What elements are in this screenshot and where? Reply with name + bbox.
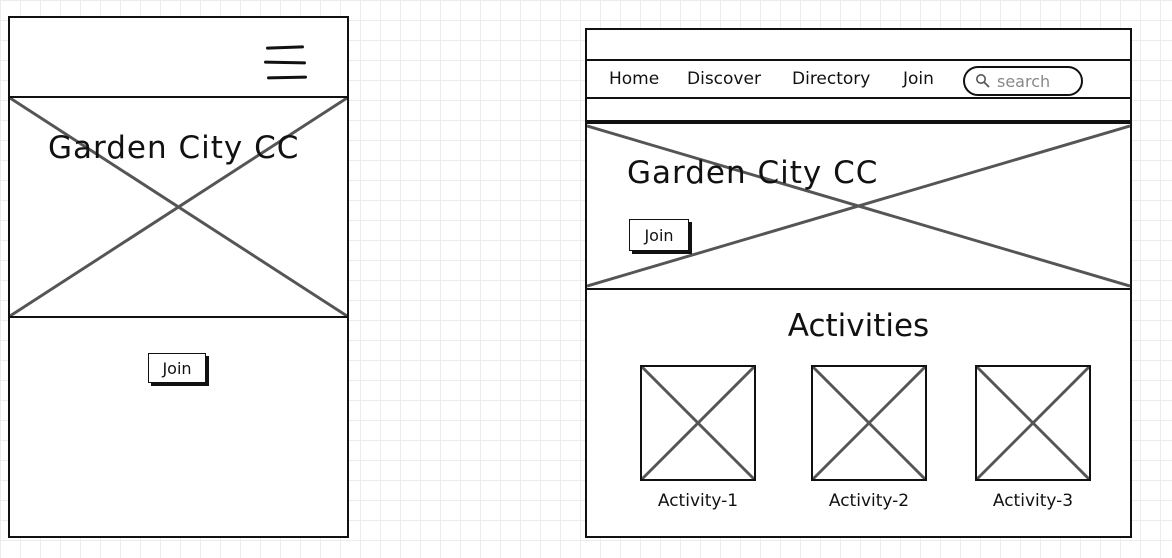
activities-heading: Activities [787,308,930,344]
mobile-join-button[interactable]: Join [148,353,206,383]
activity-image [640,365,756,481]
desktop-wireframe: Home Discover Directory Join Garden City… [584,28,1132,538]
nav-item-home[interactable]: Home [609,69,659,89]
mobile-wireframe: Garden City CC Join [7,16,349,538]
mobile-header [10,18,347,98]
activity-label: Activity-3 [992,491,1074,511]
hamburger-icon[interactable] [263,43,308,83]
desktop-hero-title: Garden City CC [627,155,879,191]
desktop-join-button[interactable]: Join [629,219,689,251]
activity-label: Activity-2 [828,491,910,511]
activity-image [811,365,927,481]
activity-image [975,365,1091,481]
desktop-hero-image [584,122,1132,290]
mobile-hero-title: Garden City CC [48,130,300,166]
nav-item-discover[interactable]: Discover [687,69,761,89]
search-box[interactable] [963,66,1083,96]
magnifier-icon [976,74,990,88]
nav-bar: Home Discover Directory Join [587,59,1130,99]
search-input[interactable] [997,71,1077,91]
nav-item-join[interactable]: Join [903,69,934,89]
nav-item-directory[interactable]: Directory [792,69,870,89]
activity-label: Activity-1 [657,491,739,511]
